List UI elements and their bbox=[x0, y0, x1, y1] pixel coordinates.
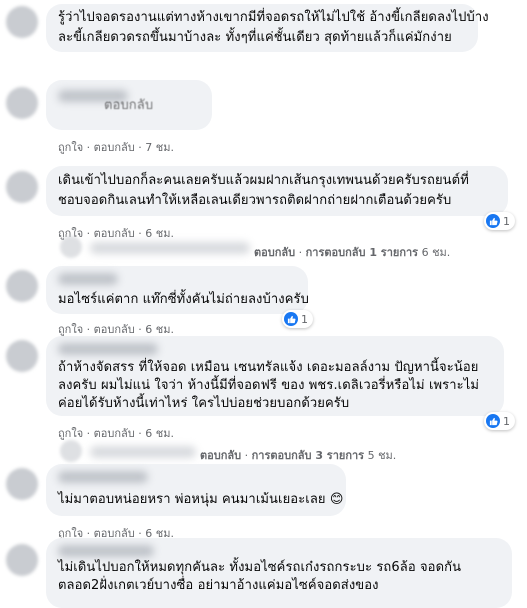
commenter-name[interactable] bbox=[58, 471, 148, 483]
view-replies-link[interactable]: การตอบกลับ 3 รายการ bbox=[252, 449, 364, 462]
reply-link[interactable]: ตอบกลับ bbox=[94, 427, 135, 440]
reply-link[interactable]: ตอบกลับ bbox=[94, 323, 135, 336]
reaction-badge[interactable]: 1 bbox=[484, 212, 515, 230]
reaction-count: 1 bbox=[503, 414, 510, 428]
commenter-name[interactable] bbox=[58, 273, 118, 285]
comment-text: ไม่มาตอบหน่อยหรา พ่อหนุ่ม คนมาเม้นเยอะเล… bbox=[58, 492, 344, 507]
timestamp[interactable]: 6 ชม. bbox=[145, 427, 174, 440]
avatar[interactable] bbox=[60, 440, 82, 462]
avatar[interactable] bbox=[6, 340, 38, 372]
comment-text: รู้ว่าไปจอดรองานแต่ทางห้างเขากมีที่จอดรถ… bbox=[58, 10, 489, 25]
comment-text: ไม่เดินไปบอกให้หมดทุกคันละ ทั้งมอไซค์รถเ… bbox=[58, 560, 462, 575]
avatar[interactable] bbox=[6, 171, 38, 203]
avatar[interactable] bbox=[6, 468, 38, 500]
reply-link[interactable]: ตอบกลับ bbox=[200, 449, 241, 462]
timestamp[interactable]: 6 ชม. bbox=[145, 227, 174, 240]
thumbs-up-icon bbox=[486, 214, 500, 228]
reaction-count: 1 bbox=[503, 214, 510, 228]
commenter-name[interactable] bbox=[58, 545, 154, 557]
comment-text: ถ้าห้างจัดสรร ที่ให้จอด เหมือน เซนทรัลแจ… bbox=[58, 360, 479, 375]
comment-text: ตอบกลับ bbox=[104, 98, 154, 113]
reaction-badge[interactable]: 1 bbox=[484, 412, 515, 430]
timestamp[interactable]: 5 ชม. bbox=[368, 449, 397, 462]
timestamp[interactable]: 6 ชม. bbox=[422, 246, 451, 259]
reaction-count: 1 bbox=[301, 312, 308, 326]
comment-text: ลงครับ ผมไม่แน่ ใจว่า ห้างนี้มีที่จอดฟรี… bbox=[58, 378, 480, 393]
reaction-badge[interactable]: 1 bbox=[282, 310, 313, 328]
commenter-name[interactable] bbox=[90, 446, 196, 458]
avatar[interactable] bbox=[6, 6, 38, 38]
comment-text: มอไซร์แค่ตาก แท๊กซี่ทั้งคันไม่ถ่ายลงบ้าง… bbox=[58, 292, 309, 307]
like-link[interactable]: ถูกใจ bbox=[58, 427, 83, 440]
reply-link[interactable]: ตอบกลับ bbox=[94, 141, 135, 154]
commenter-name[interactable] bbox=[58, 343, 158, 355]
comment-text: ค่อยได้รับห้างนี้เท่าไหร่ ใครไปบ่อยช่วยบ… bbox=[58, 396, 350, 411]
comment-text: ตลอด2ฝั่งเกตเวย์บางซื่อ อย่ามาอ้างแค่มอไ… bbox=[58, 578, 379, 593]
timestamp[interactable]: 7 ชม. bbox=[145, 141, 174, 154]
avatar[interactable] bbox=[6, 270, 38, 302]
reply-summary[interactable]: ตอบกลับ · การตอบกลับ 1 รายการ 6 ชม. bbox=[254, 243, 450, 261]
comment-text: ละขี้เกลียดวดรถขึ้นมาบ้างละ ทั้งๆที่แค่ช… bbox=[58, 30, 452, 45]
thumbs-up-icon bbox=[486, 414, 500, 428]
comment-text: เดินเข้าไปบอกก็ละคนเลยครับแล้วผมฝากเส้นก… bbox=[58, 173, 469, 188]
like-link[interactable]: ถูกใจ bbox=[58, 141, 83, 154]
view-replies-link[interactable]: การตอบกลับ 1 รายการ bbox=[306, 246, 418, 259]
avatar[interactable] bbox=[60, 236, 82, 258]
comment-actions: ถูกใจ · ตอบกลับ · 6 ชม. bbox=[58, 427, 174, 440]
reply-link[interactable]: ตอบกลับ bbox=[254, 246, 295, 259]
avatar[interactable] bbox=[6, 87, 38, 119]
thumbs-up-icon bbox=[284, 312, 298, 326]
timestamp[interactable]: 6 ชม. bbox=[145, 323, 174, 336]
avatar[interactable] bbox=[6, 544, 38, 576]
like-link[interactable]: ถูกใจ bbox=[58, 323, 83, 336]
comment-text: ชอบจอดกินเลนทำให้เหลือเลนเดียวพารถติดฝาก… bbox=[58, 193, 452, 208]
commenter-name[interactable] bbox=[90, 242, 250, 254]
reply-link[interactable]: ตอบกลับ bbox=[94, 227, 135, 240]
comment-actions: ถูกใจ · ตอบกลับ · 7 ชม. bbox=[58, 141, 174, 154]
reply-summary[interactable]: ตอบกลับ · การตอบกลับ 3 รายการ 5 ชม. bbox=[200, 446, 396, 464]
